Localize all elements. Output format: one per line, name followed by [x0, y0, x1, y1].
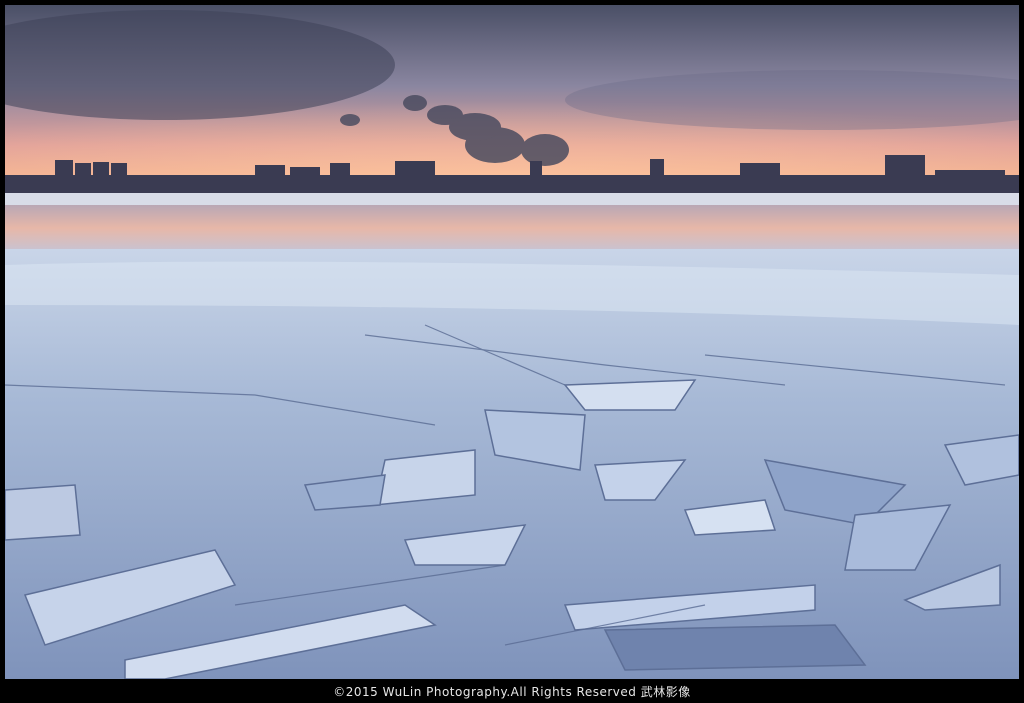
frozen-river-scene: [5, 5, 1019, 679]
copyright-caption: ©2015 WuLin Photography.All Rights Reser…: [0, 679, 1024, 703]
river-water: [5, 205, 1019, 251]
snowy-bank: [5, 193, 1019, 207]
photograph: [5, 5, 1019, 679]
caption-text: ©2015 WuLin Photography.All Rights Reser…: [333, 684, 691, 699]
photo-frame: [0, 0, 1024, 703]
